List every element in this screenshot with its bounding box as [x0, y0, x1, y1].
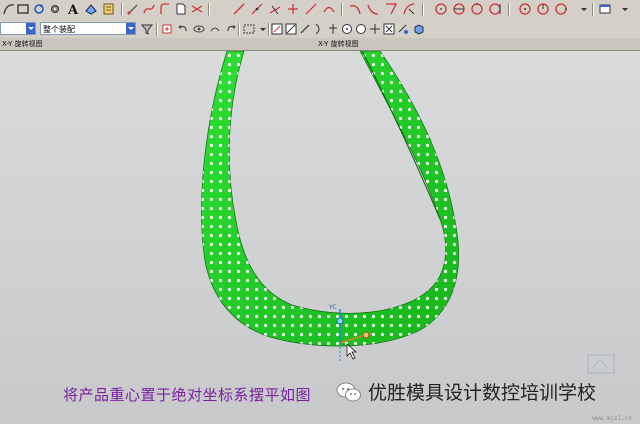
snap-intersection-icon[interactable]	[382, 22, 396, 36]
selection-toolbar: 整个装配	[0, 20, 640, 39]
arc-radius-icon[interactable]	[384, 2, 398, 16]
watermark-logo	[587, 354, 615, 374]
circle-2pt-icon[interactable]	[452, 2, 466, 16]
window-icon[interactable]	[598, 2, 612, 16]
curve-tool-icon[interactable]	[2, 2, 16, 16]
triad-label: YC	[328, 304, 337, 311]
snap-quadrant-icon[interactable]	[354, 22, 368, 36]
redo-icon[interactable]	[224, 22, 238, 36]
toolbar-separator	[238, 23, 239, 36]
circle-edge-icon[interactable]	[536, 2, 550, 16]
brand-name: 优胜模具设计数控培训学校	[368, 382, 597, 404]
rectangle-icon[interactable]	[16, 2, 30, 16]
layer-icon[interactable]	[102, 2, 116, 16]
circle-icon[interactable]	[434, 2, 448, 16]
part-model: YC	[201, 51, 615, 374]
snap-icon[interactable]	[160, 22, 174, 36]
snap-line-icon[interactable]	[298, 22, 312, 36]
watermark-brand: 优胜模具设计数控培训学校	[336, 378, 596, 405]
toolbar-separator	[208, 3, 209, 16]
more-tools-icon[interactable]	[576, 2, 590, 16]
rotate-icon[interactable]	[32, 2, 46, 16]
line-point-icon[interactable]	[250, 2, 264, 16]
selection-scope-value: 整个装配	[43, 25, 75, 34]
text-annotation-icon[interactable]: A	[66, 2, 80, 16]
toolbar-separator	[121, 3, 122, 16]
view-title-bar: X-Y 旋转视图 X-Y 旋转视图	[0, 38, 640, 51]
line-icon[interactable]	[232, 2, 246, 16]
main-toolbar: A	[0, 0, 640, 21]
snap-end-icon[interactable]	[270, 22, 284, 36]
tutorial-caption: 将产品重心置于绝对坐标系摆平如图	[63, 386, 312, 404]
arc-center-icon[interactable]	[402, 2, 416, 16]
snap-cross-icon[interactable]	[326, 22, 340, 36]
perforation-pattern	[201, 51, 459, 347]
model-icon[interactable]	[84, 2, 98, 16]
undo-icon[interactable]	[176, 22, 190, 36]
toolbar-separator	[592, 3, 593, 16]
snap-mid-icon[interactable]	[284, 22, 298, 36]
arc-end-icon[interactable]	[366, 2, 380, 16]
snap-curve-icon[interactable]	[312, 22, 326, 36]
chevron-down-icon[interactable]	[126, 23, 135, 34]
toolbar-separator	[156, 23, 157, 36]
chevron-down-icon[interactable]	[26, 23, 35, 34]
toolbar-separator	[268, 23, 269, 36]
rectangle-select-icon[interactable]	[242, 22, 256, 36]
hide-icon[interactable]	[208, 22, 222, 36]
filter-icon[interactable]	[140, 22, 154, 36]
watermark-url: www.mjzl.cn	[592, 415, 632, 422]
arc-tangent-icon[interactable]	[348, 2, 362, 16]
arc-icon[interactable]	[158, 2, 172, 16]
bisector-icon[interactable]	[286, 2, 300, 16]
mouse-cursor-icon	[346, 343, 358, 360]
circle-center-icon[interactable]	[518, 2, 532, 16]
chamfer-icon[interactable]	[304, 2, 318, 16]
point-tool-icon[interactable]	[126, 2, 140, 16]
eye-icon[interactable]	[192, 22, 206, 36]
toolbar-separator	[341, 3, 342, 16]
spline-icon[interactable]	[142, 2, 156, 16]
circle-3pt-icon[interactable]	[470, 2, 484, 16]
right-view-title: X-Y 旋转视图	[318, 40, 359, 48]
selection-filter-dropdown[interactable]	[0, 22, 36, 35]
snap-point-icon[interactable]	[368, 22, 382, 36]
circle-tangent-icon[interactable]	[488, 2, 502, 16]
selection-scope-dropdown[interactable]: 整个装配	[40, 22, 136, 35]
document-icon[interactable]	[174, 2, 188, 16]
tangent-line-icon[interactable]	[268, 2, 282, 16]
shaded-cube-icon[interactable]	[412, 22, 426, 36]
arc-3pt-icon[interactable]	[322, 2, 336, 16]
toolbar-separator	[508, 3, 509, 16]
overflow-icon[interactable]	[618, 2, 632, 16]
snap-tangent-icon[interactable]	[396, 22, 410, 36]
trim-icon[interactable]	[190, 2, 204, 16]
snap-center-icon[interactable]	[340, 22, 354, 36]
gear-icon[interactable]	[48, 2, 62, 16]
circle-point-icon[interactable]	[554, 2, 568, 16]
left-view-title: X-Y 旋转视图	[2, 40, 43, 48]
wechat-icon	[336, 382, 361, 401]
graphics-window[interactable]: YC	[0, 51, 640, 424]
toolbar-separator	[422, 3, 423, 16]
svg-text:A: A	[67, 3, 79, 16]
